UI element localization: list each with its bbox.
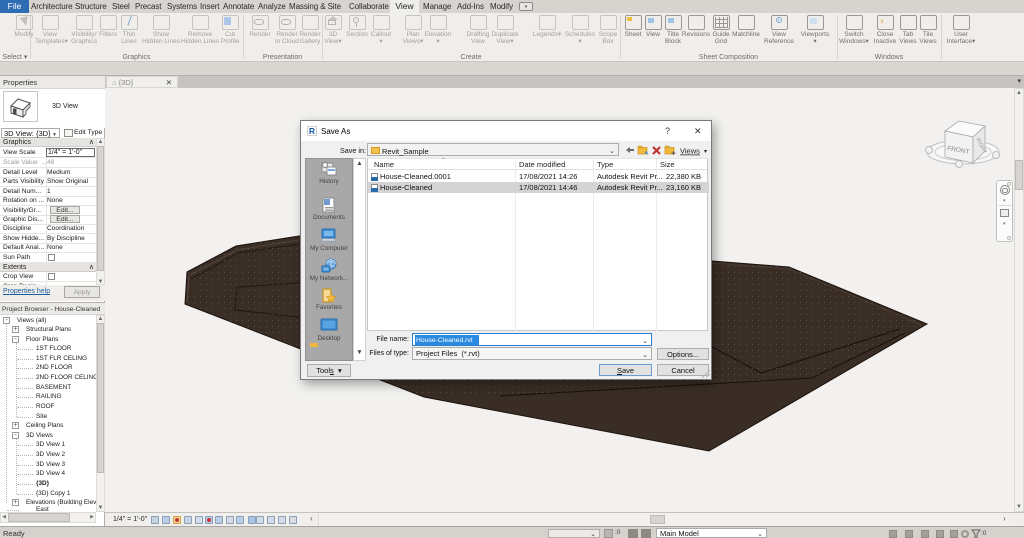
svg-text:Views: Views: [680, 147, 700, 156]
